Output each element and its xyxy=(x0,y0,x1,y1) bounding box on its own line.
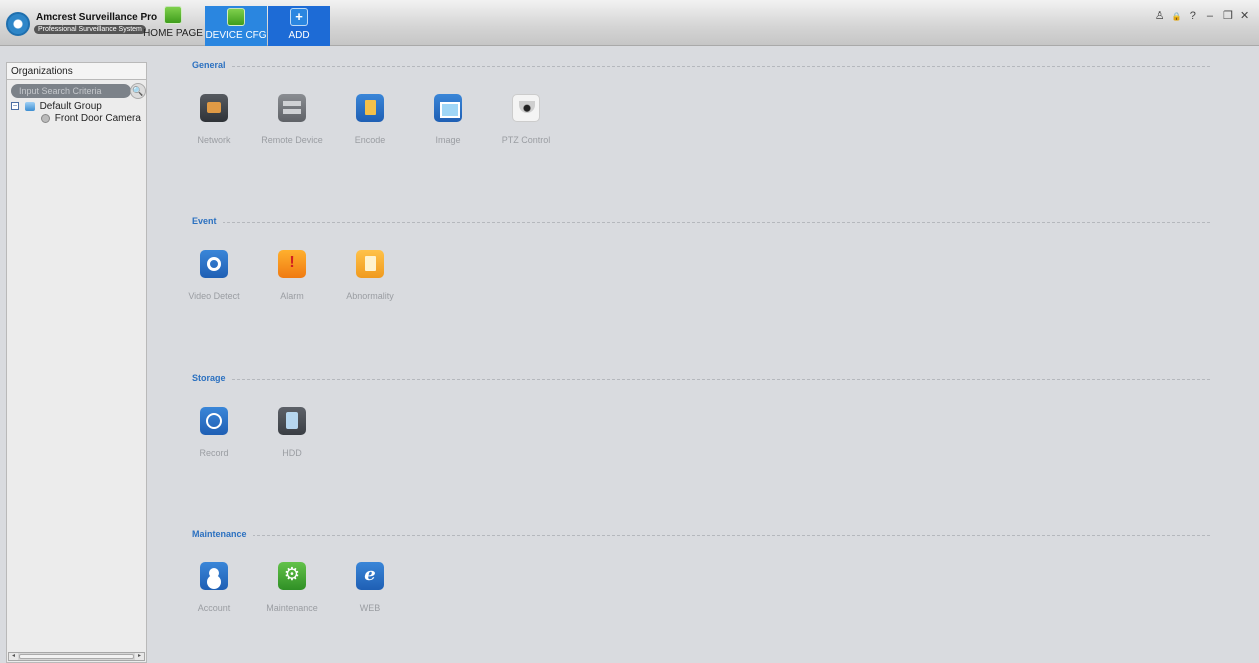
user-icon[interactable]: ♙ xyxy=(1155,9,1166,22)
section-divider xyxy=(192,66,1210,67)
tile-maintenance[interactable]: Maintenance xyxy=(254,562,330,613)
video-detect-icon xyxy=(200,250,228,278)
tile-label: Image xyxy=(435,135,461,145)
home-icon xyxy=(164,6,182,24)
scroll-left-icon[interactable]: ◂ xyxy=(9,653,18,660)
scroll-right-icon[interactable]: ▸ xyxy=(135,653,144,660)
tree-item-label: Default Group xyxy=(39,101,102,112)
tile-encode[interactable]: Encode xyxy=(332,94,408,145)
section-maintenance: Maintenance Account Maintenance WEB xyxy=(192,529,1210,629)
tile-label: Video Detect xyxy=(188,291,240,301)
tile-label: Remote Device xyxy=(261,135,323,145)
tile-label: Network xyxy=(197,135,231,145)
help-icon[interactable]: ? xyxy=(1189,10,1200,22)
tile-image[interactable]: Image xyxy=(410,94,486,145)
window-controls: ♙ 🔒 ? – ❐ ✕ xyxy=(1155,9,1251,22)
tile-account[interactable]: Account xyxy=(176,562,252,613)
tile-alarm[interactable]: Alarm xyxy=(254,250,330,301)
ptz-control-icon xyxy=(512,94,540,122)
tab-device-cfg-label: DEVICE CFG xyxy=(205,30,267,41)
section-title-general: General xyxy=(192,60,232,70)
collapse-icon[interactable]: − xyxy=(11,102,19,111)
group-icon xyxy=(24,101,35,111)
hdd-icon xyxy=(278,407,306,435)
record-icon xyxy=(200,407,228,435)
tile-label: Encode xyxy=(354,135,386,145)
account-icon xyxy=(200,562,228,590)
title-bar: Amcrest Surveillance Pro Professional Su… xyxy=(0,0,1259,46)
section-divider xyxy=(192,222,1210,223)
tile-label: Account xyxy=(197,603,231,613)
tile-label: WEB xyxy=(359,603,381,613)
scroll-thumb[interactable] xyxy=(19,654,134,659)
tile-network[interactable]: Network xyxy=(176,94,252,145)
tab-add-label: ADD xyxy=(288,30,310,41)
tab-home-page[interactable]: HOME PAGE xyxy=(142,6,204,46)
tile-label: Maintenance xyxy=(266,603,318,613)
section-general: General Network Remote Device Encode Ima… xyxy=(192,60,1210,160)
tab-home-page-label: HOME PAGE xyxy=(143,28,203,39)
minimize-icon[interactable]: – xyxy=(1206,10,1217,22)
section-divider xyxy=(192,379,1210,380)
tile-abnormality[interactable]: Abnormality xyxy=(332,250,408,301)
restore-icon[interactable]: ❐ xyxy=(1223,9,1234,22)
section-title-maintenance: Maintenance xyxy=(192,529,253,539)
search-box: 🔍 xyxy=(11,83,146,99)
app-title: Amcrest Surveillance Pro xyxy=(36,12,158,23)
alarm-icon xyxy=(278,250,306,278)
tile-label: HDD xyxy=(282,448,302,458)
horizontal-scrollbar[interactable]: ◂ ▸ xyxy=(8,652,145,661)
lock-icon[interactable]: 🔒 xyxy=(1172,12,1183,21)
camera-icon xyxy=(41,113,50,123)
maintenance-icon xyxy=(278,562,306,590)
section-event: Event Video Detect Alarm Abnormality xyxy=(188,216,1210,316)
tile-label: Alarm xyxy=(280,291,304,301)
tab-device-cfg[interactable]: DEVICE CFG xyxy=(205,6,267,46)
tree-item-default-group[interactable]: − Default Group xyxy=(11,101,146,112)
tile-label: Record xyxy=(199,448,229,458)
section-title-storage: Storage xyxy=(192,373,232,383)
encode-icon xyxy=(356,94,384,122)
tile-hdd[interactable]: HDD xyxy=(254,407,330,458)
image-icon xyxy=(434,94,462,122)
web-icon xyxy=(356,562,384,590)
section-title-event: Event xyxy=(192,216,223,226)
section-divider xyxy=(192,535,1210,536)
tile-ptz-control[interactable]: PTZ Control xyxy=(488,94,564,145)
organizations-title: Organizations xyxy=(7,63,146,80)
remote-device-icon xyxy=(278,94,306,122)
tree-item-front-door-camera[interactable]: Front Door Camera xyxy=(41,113,146,124)
tile-record[interactable]: Record xyxy=(176,407,252,458)
organizations-panel: Organizations 🔍 − Default Group Front Do… xyxy=(6,62,147,663)
search-icon[interactable]: 🔍 xyxy=(130,83,146,99)
network-icon xyxy=(200,94,228,122)
tree-item-label: Front Door Camera xyxy=(54,113,141,124)
search-input[interactable] xyxy=(11,84,131,98)
tile-video-detect[interactable]: Video Detect xyxy=(176,250,252,301)
close-icon[interactable]: ✕ xyxy=(1240,9,1251,22)
device-cfg-icon xyxy=(227,8,245,26)
section-storage: Storage Record HDD xyxy=(192,373,1210,473)
app-logo-icon xyxy=(6,12,30,36)
tile-remote-device[interactable]: Remote Device xyxy=(254,94,330,145)
tile-web[interactable]: WEB xyxy=(332,562,408,613)
tile-label: Abnormality xyxy=(346,291,394,301)
abnormality-icon xyxy=(356,250,384,278)
app-subtitle: Professional Surveillance System xyxy=(34,25,146,34)
add-icon: + xyxy=(290,8,308,26)
tile-label: PTZ Control xyxy=(501,135,551,145)
tab-add[interactable]: + ADD xyxy=(268,6,330,46)
